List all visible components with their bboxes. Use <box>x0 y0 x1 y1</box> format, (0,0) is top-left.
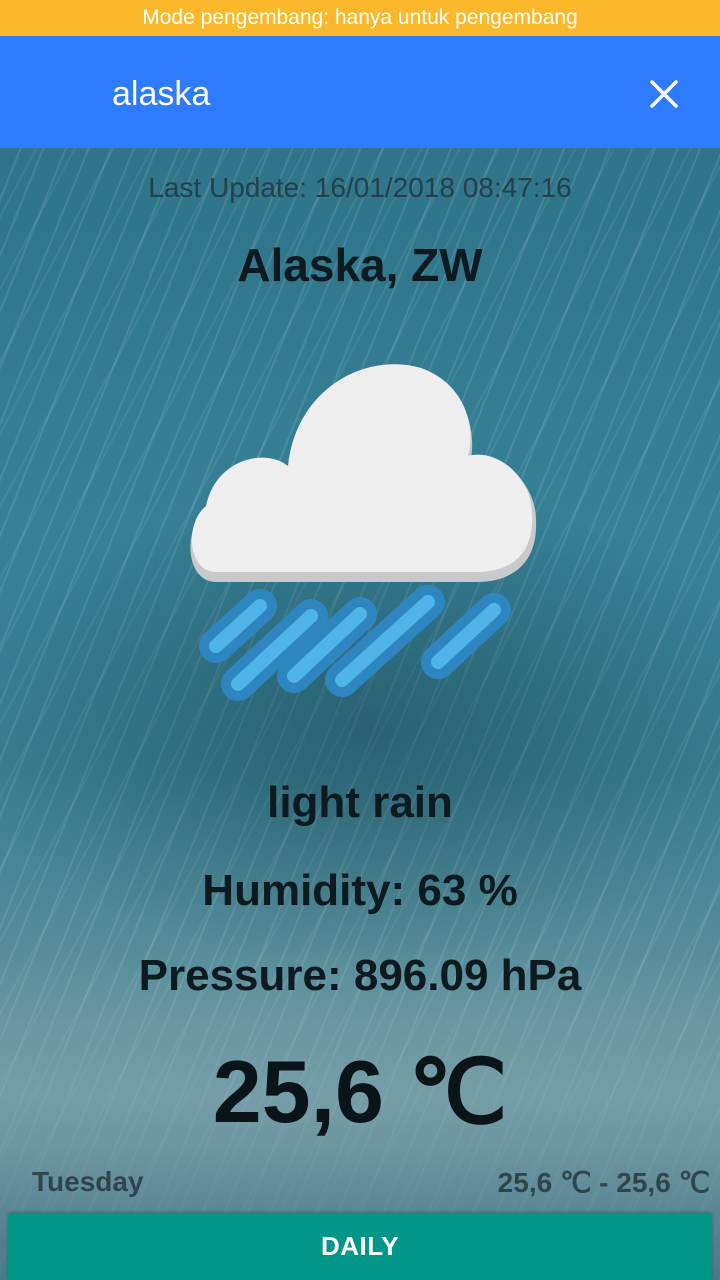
forecast-day: Tuesday <box>32 1166 144 1197</box>
weather-description: light rain <box>267 778 453 827</box>
humidity-text: Humidity: 63 % <box>202 866 518 915</box>
cloud-rain-icon <box>190 364 537 701</box>
city-name: Alaska, ZW <box>237 239 483 291</box>
close-button[interactable] <box>632 72 696 116</box>
last-update-text: Last Update: 16/01/2018 08:47:16 <box>148 172 572 203</box>
temperature-text: 25,6 ℃ <box>212 1042 508 1141</box>
developer-mode-banner: Mode pengembang: hanya untuk pengembang <box>0 0 720 36</box>
forecast-temp-range: 25,6 ℃ - 25,6 ℃ <box>497 1167 710 1198</box>
daily-button[interactable]: DAILY <box>8 1213 712 1280</box>
weather-content: Last Update: 16/01/2018 08:47:16 Alaska,… <box>0 148 720 1280</box>
pressure-text: Pressure: 896.09 hPa <box>138 951 582 1000</box>
close-icon <box>650 80 678 108</box>
search-input[interactable]: alaska <box>112 72 210 116</box>
app-bar: alaska <box>0 36 720 148</box>
